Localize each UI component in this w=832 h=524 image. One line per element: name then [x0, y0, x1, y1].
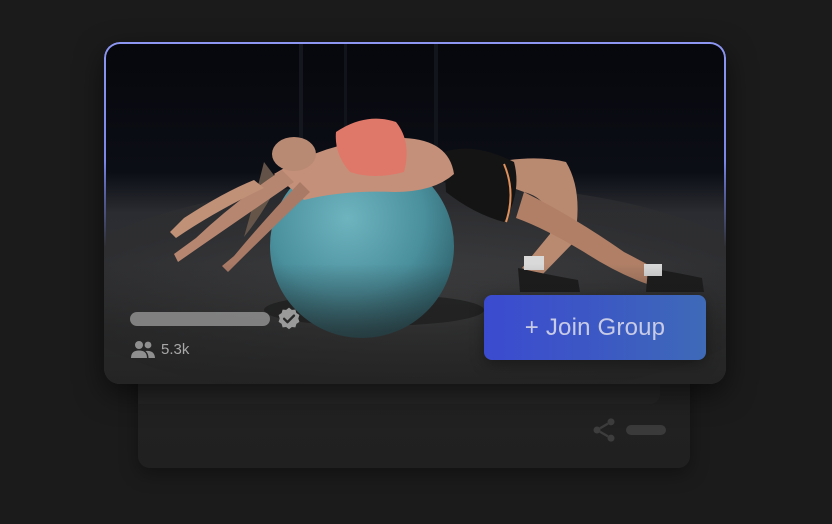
share-action[interactable]	[590, 416, 666, 444]
member-count: 5.3k	[130, 339, 189, 359]
group-name-placeholder	[130, 312, 270, 326]
group-card[interactable]: 5.3k + Join Group	[104, 42, 726, 384]
member-count-value: 5.3k	[161, 340, 190, 358]
join-group-button[interactable]: + Join Group	[484, 295, 706, 360]
verified-badge-icon	[276, 306, 302, 332]
share-icon	[590, 416, 618, 444]
stage: 5.3k + Join Group	[0, 0, 832, 524]
share-label-placeholder	[626, 425, 666, 435]
people-icon	[130, 339, 156, 359]
